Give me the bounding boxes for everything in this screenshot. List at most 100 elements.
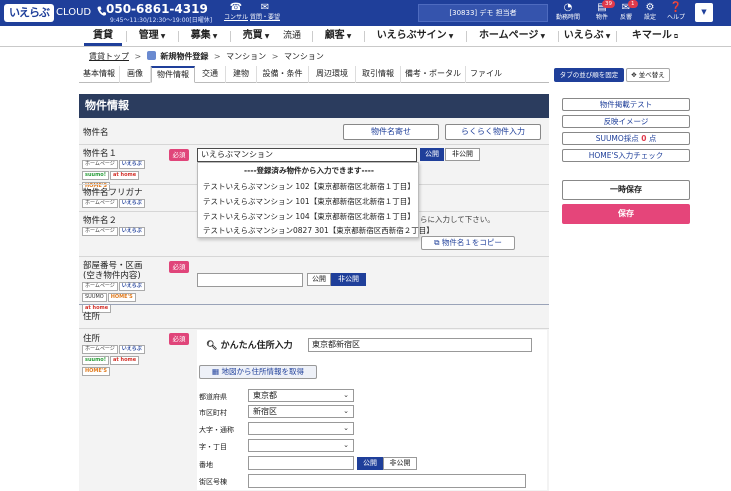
help-icon: ❓ <box>669 2 683 13</box>
map-address-button[interactable]: ▦ 地図から住所情報を取得 <box>199 365 317 379</box>
chevron-down-icon: ▼ <box>160 33 166 40</box>
breadcrumb: 賃貸トップ > 新規物件登録 > マンション > マンション <box>89 51 324 61</box>
easy-address-input[interactable]: 東京都新宿区 <box>308 338 532 352</box>
room-public-toggle[interactable]: 公開 <box>307 273 331 286</box>
city-label: 市区町村 <box>199 409 227 417</box>
tab-transaction[interactable]: 取引情報 <box>356 66 401 83</box>
oaza-label: 大字・通称 <box>199 426 234 434</box>
tab-images[interactable]: 画像 <box>120 66 151 83</box>
dropdown-item[interactable]: テストいえらぶマンション 102【東京都新宿区北新宿１丁目】 <box>203 181 415 192</box>
tab-surroundings[interactable]: 周辺環境 <box>309 66 356 83</box>
gear-icon: ⚙ <box>645 2 655 13</box>
homes-check-button[interactable]: HOME'S入力チェック <box>562 149 690 162</box>
nav-homepage[interactable]: ホームページ ▼ <box>470 26 554 46</box>
nav-divider <box>466 31 467 42</box>
dropdown-item[interactable]: テストいえらぶマンション0827 301【東京都新宿区西新宿２丁目】 <box>203 225 434 236</box>
nav-divider <box>558 31 559 42</box>
sort-tabs-button[interactable]: ✥ 並べ替え <box>626 68 670 82</box>
nav-kimaru[interactable]: キマール ⧉ <box>620 26 690 46</box>
logo-cloud-text: CLOUD <box>56 7 92 18</box>
breadcrumb-top-link[interactable]: 賃貸トップ <box>89 52 129 61</box>
chevron-down-icon: ▼ <box>540 33 546 40</box>
tab-basic[interactable]: 基本情報 <box>79 66 120 83</box>
tab-transport[interactable]: 交通 <box>195 66 226 83</box>
temp-save-button[interactable]: 一時保存 <box>562 180 690 200</box>
fix-tab-order-button[interactable]: タブの並び順を固定 <box>554 68 624 82</box>
work-hours-button[interactable]: ◔ 勤務時間 <box>554 2 582 24</box>
autocomplete-dropdown: ----登録済み物件から入力できます---- テストいえらぶマンション 102【… <box>197 162 434 238</box>
nav-ryutsu[interactable]: 流通 <box>276 26 308 46</box>
name2-label: 物件名２ <box>83 216 118 226</box>
section-address: 住所 <box>83 312 101 322</box>
gaiku-input[interactable] <box>248 474 526 488</box>
copy-icon: ⧉ <box>434 238 440 247</box>
breadcrumb-current: 新規物件登録 <box>160 52 209 61</box>
tab-files[interactable]: ファイル <box>466 66 506 83</box>
nav-chintai[interactable]: 賃貸 <box>84 26 122 46</box>
save-button[interactable]: 保存 <box>562 204 690 224</box>
required-badge: 必須 <box>169 149 189 161</box>
nav-kanri[interactable]: 管理 ▼ <box>130 26 174 46</box>
nav-divider <box>178 31 179 42</box>
concierge-link[interactable]: ☎ コンサル <box>222 2 250 24</box>
settings-button[interactable]: ⚙ 設定 <box>636 2 664 24</box>
move-icon: ✥ <box>631 71 637 79</box>
nav-ierabu-sign[interactable]: いえらぶサイン ▼ <box>368 26 462 46</box>
external-link-icon: ⧉ <box>673 33 679 40</box>
name1-input[interactable]: いえらぶマンション <box>197 148 417 162</box>
row-address-section: 住所 <box>79 304 549 328</box>
sub-tabs: 基本情報 画像 物件情報 交通 建物 設備・条件 周辺環境 取引情報 備考・ポー… <box>79 66 549 83</box>
name1-public-toggle[interactable]: 公開 <box>420 148 444 161</box>
phone-icon <box>97 6 106 16</box>
name-copy-button[interactable]: 物件名寄せ <box>343 124 439 140</box>
chevron-down-icon: ▼ <box>346 33 352 40</box>
preview-image-button[interactable]: 反映イメージ <box>562 115 690 128</box>
banchi-public-toggle[interactable]: 公開 <box>357 457 383 470</box>
top-bar: いえらぶ CLOUD 050-6861-4319 9:45〜11:30/12:3… <box>0 0 731 26</box>
tab-building[interactable]: 建物 <box>226 66 257 83</box>
support-hours: 9:45〜11:30/12:30〜19:00[日曜休] <box>110 17 213 24</box>
chome-select[interactable]: ⌄ <box>248 439 354 452</box>
logo-mark: いえらぶ <box>4 4 54 22</box>
oaza-select[interactable]: ⌄ <box>248 422 354 435</box>
suumo-score-button[interactable]: SUUMO採点 0 点 <box>562 132 690 145</box>
dropdown-heading: ----登録済み物件から入力できます---- <box>244 166 374 175</box>
dropdown-item[interactable]: テストいえらぶマンション 101【東京都新宿区北新宿１丁目】 <box>203 196 415 207</box>
room-input[interactable] <box>197 273 303 287</box>
tab-property-info[interactable]: 物件情報 <box>151 66 195 83</box>
request-link[interactable]: ✉ 質問・要望 <box>250 2 280 24</box>
tab-facilities[interactable]: 設備・条件 <box>257 66 309 83</box>
user-box[interactable]: [30833] デモ 担当者 <box>418 4 548 22</box>
city-select[interactable]: 新宿区 ⌄ <box>248 405 354 418</box>
nav-divider <box>230 31 231 42</box>
room-label-sub: (空き物件内容) <box>83 271 141 281</box>
furigana-label: 物件名フリガナ <box>83 188 143 198</box>
nav-boshu[interactable]: 募集 ▼ <box>182 26 226 46</box>
menu-chevron-button[interactable]: ▼ <box>695 3 713 22</box>
room-label: 部屋番号・区画 <box>83 261 143 271</box>
nav-divider <box>126 31 127 42</box>
nav-divider <box>364 31 365 42</box>
easy-input-button[interactable]: らくらく物件入力 <box>445 124 541 140</box>
gaiku-label: 街区号棟 <box>199 478 227 486</box>
tab-remarks-portal[interactable]: 備考・ポータル <box>401 66 466 83</box>
name1-label: 物件名１ <box>83 149 118 159</box>
name1-private-toggle[interactable]: 非公開 <box>445 148 480 161</box>
chevron-down-icon: ⌄ <box>343 407 349 415</box>
room-private-toggle[interactable]: 非公開 <box>331 273 366 286</box>
copy-name1-button[interactable]: ⧉ 物件名１をコピー <box>421 236 515 250</box>
nav-baibai[interactable]: 売買 ▼ <box>234 26 278 46</box>
chevron-down-icon: ▼ <box>264 33 270 40</box>
banchi-input[interactable] <box>248 456 354 470</box>
pref-select[interactable]: 東京都 ⌄ <box>248 389 354 402</box>
nav-kokyaku[interactable]: 顧客 ▼ <box>316 26 360 46</box>
logo[interactable]: いえらぶ CLOUD <box>4 4 92 22</box>
dropdown-item[interactable]: テストいえらぶマンション 104【東京都新宿区北新宿１丁目】 <box>203 211 415 222</box>
listing-test-button[interactable]: 物件掲載テスト <box>562 98 690 111</box>
chevron-down-icon: ▼ <box>701 8 707 16</box>
chevron-down-icon: ▼ <box>448 33 454 40</box>
name2-hint: らに入力して下さい。 <box>420 215 495 224</box>
help-button[interactable]: ❓ ヘルプ <box>662 2 690 24</box>
nav-ierabu[interactable]: いえらぶ ▼ <box>562 26 612 46</box>
banchi-private-toggle[interactable]: 非公開 <box>383 457 417 470</box>
